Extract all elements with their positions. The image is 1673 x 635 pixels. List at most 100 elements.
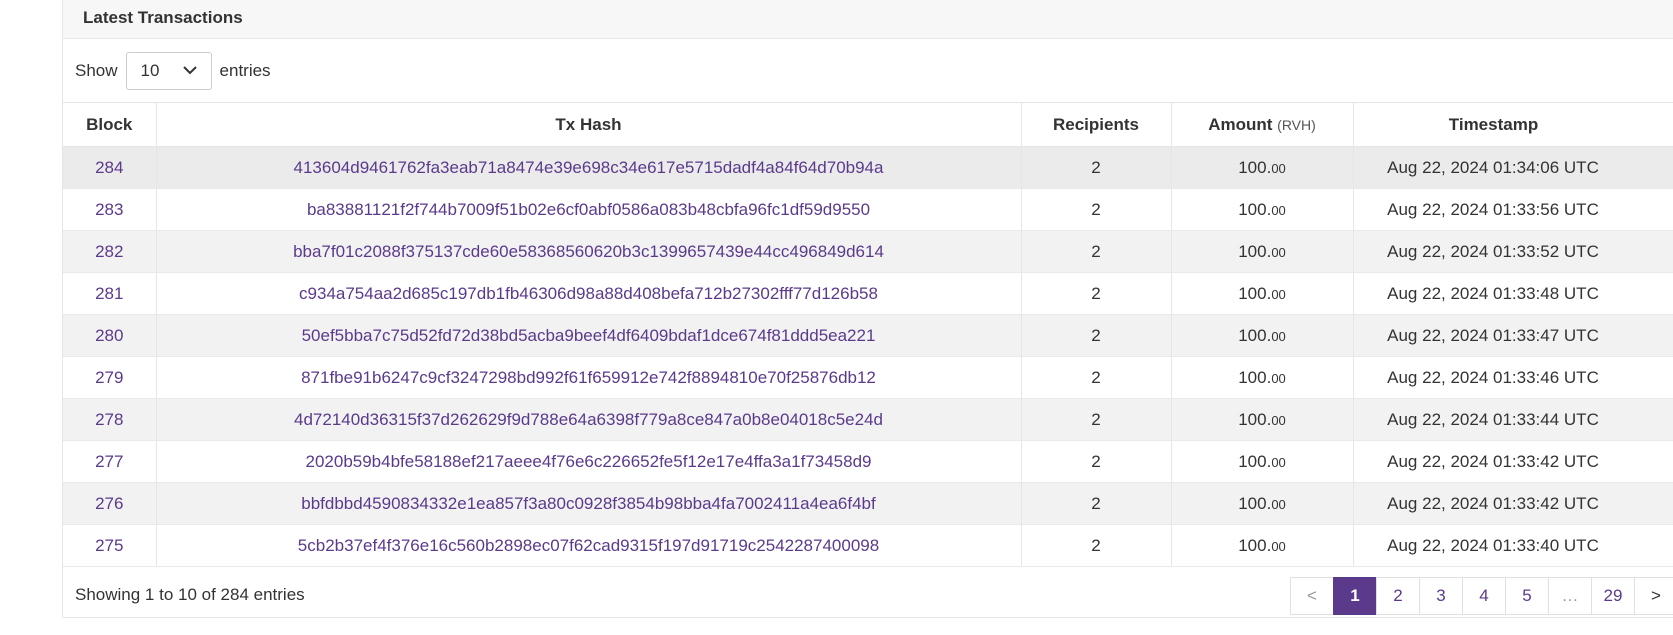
block-cell: 283: [63, 188, 157, 231]
table-row: 280 50ef5bba7c75d52fd72d38bd5acba9beef4d…: [63, 314, 1673, 357]
pagination-next-button[interactable]: >: [1634, 577, 1673, 615]
recipients-cell: 2: [1021, 314, 1172, 357]
amount-int: 100.: [1238, 325, 1272, 345]
recipients-cell: 2: [1021, 188, 1172, 231]
amount-cell: 100.00: [1171, 524, 1354, 567]
tx-hash-link[interactable]: ba83881121f2f744b7009f51b02e6cf0abf0586a…: [307, 200, 870, 219]
amount-int: 100.: [1238, 493, 1272, 513]
amount-decimals: 00: [1271, 286, 1286, 302]
amount-decimals: 00: [1271, 412, 1286, 428]
block-cell: 275: [63, 524, 157, 567]
block-link[interactable]: 283: [95, 200, 123, 219]
hash-cell: 2020b59b4bfe58188ef217aeee4f76e6c226652f…: [156, 440, 1022, 483]
block-cell: 284: [63, 146, 157, 189]
table-row: 283 ba83881121f2f744b7009f51b02e6cf0abf0…: [63, 188, 1673, 231]
pagination-page-4[interactable]: 4: [1462, 577, 1506, 615]
amount-decimals: 00: [1271, 160, 1286, 176]
hash-cell: 871fbe91b6247c9cf3247298bd992f61f659912e…: [156, 356, 1022, 399]
column-timestamp[interactable]: Timestamp: [1353, 102, 1673, 147]
recipients-cell: 2: [1021, 146, 1172, 189]
hash-cell: 50ef5bba7c75d52fd72d38bd5acba9beef4df640…: [156, 314, 1022, 357]
table-row: 277 2020b59b4bfe58188ef217aeee4f76e6c226…: [63, 440, 1673, 483]
amount-cell: 100.00: [1171, 356, 1354, 399]
pagination-page-1[interactable]: 1: [1333, 577, 1377, 615]
entries-select-value: 10: [140, 60, 160, 80]
column-recipients[interactable]: Recipients: [1021, 102, 1172, 147]
block-cell: 282: [63, 230, 157, 273]
pagination-page-29[interactable]: 29: [1591, 577, 1635, 615]
column-tx-hash[interactable]: Tx Hash: [156, 102, 1022, 147]
block-link[interactable]: 277: [95, 452, 123, 471]
tx-hash-link[interactable]: bba7f01c2088f375137cde60e58368560620b3c1…: [293, 242, 884, 261]
hash-cell: ba83881121f2f744b7009f51b02e6cf0abf0586a…: [156, 188, 1022, 231]
tx-hash-link[interactable]: 50ef5bba7c75d52fd72d38bd5acba9beef4df640…: [302, 326, 876, 345]
table-row: 284 413604d9461762fa3eab71a8474e39e698c3…: [63, 146, 1673, 189]
pagination-prev-button[interactable]: <: [1290, 577, 1334, 615]
block-link[interactable]: 281: [95, 284, 123, 303]
card-title: Latest Transactions: [63, 0, 1673, 39]
block-link[interactable]: 280: [95, 326, 123, 345]
show-label: Show: [75, 60, 118, 80]
pagination-page-5[interactable]: 5: [1505, 577, 1549, 615]
block-cell: 278: [63, 398, 157, 441]
transactions-table: Block Tx Hash Recipients Amount (RVH) Ti…: [63, 102, 1673, 567]
amount-cell: 100.00: [1171, 482, 1354, 525]
amount-cell: 100.00: [1171, 146, 1354, 189]
amount-int: 100.: [1238, 535, 1272, 555]
block-cell: 280: [63, 314, 157, 357]
tx-hash-link[interactable]: c934a754aa2d685c197db1fb46306d98a88d408b…: [299, 284, 878, 303]
tx-hash-link[interactable]: bbfdbbd4590834332e1ea857f3a80c0928f3854b…: [301, 494, 876, 513]
tx-hash-link[interactable]: 2020b59b4bfe58188ef217aeee4f76e6c226652f…: [306, 452, 872, 471]
block-link[interactable]: 275: [95, 536, 123, 555]
entries-length-control: Show 10 entries: [63, 39, 1673, 102]
block-cell: 277: [63, 440, 157, 483]
block-link[interactable]: 278: [95, 410, 123, 429]
amount-int: 100.: [1238, 241, 1272, 261]
amount-cell: 100.00: [1171, 398, 1354, 441]
timestamp-cell: Aug 22, 2024 01:33:40 UTC: [1353, 524, 1673, 567]
hash-cell: bba7f01c2088f375137cde60e58368560620b3c1…: [156, 230, 1022, 273]
chevron-down-icon: [182, 66, 197, 75]
timestamp-cell: Aug 22, 2024 01:33:48 UTC: [1353, 272, 1673, 315]
column-block[interactable]: Block: [63, 102, 157, 147]
amount-int: 100.: [1238, 157, 1272, 177]
block-cell: 279: [63, 356, 157, 399]
table-row: 275 5cb2b37ef4f376e16c560b2898ec07f62cad…: [63, 524, 1673, 567]
hash-cell: 5cb2b37ef4f376e16c560b2898ec07f62cad9315…: [156, 524, 1022, 567]
amount-int: 100.: [1238, 199, 1272, 219]
tx-hash-link[interactable]: 413604d9461762fa3eab71a8474e39e698c34e61…: [294, 158, 884, 177]
pagination-ellipsis[interactable]: …: [1548, 577, 1592, 615]
amount-cell: 100.00: [1171, 188, 1354, 231]
timestamp-cell: Aug 22, 2024 01:33:42 UTC: [1353, 440, 1673, 483]
entries-select[interactable]: 10: [125, 51, 212, 90]
column-amount[interactable]: Amount (RVH): [1171, 102, 1354, 147]
amount-label: Amount: [1208, 114, 1273, 134]
amount-decimals: 00: [1271, 202, 1286, 218]
latest-transactions-card: Latest Transactions Show 10 entries Bloc…: [62, 0, 1673, 618]
recipients-cell: 2: [1021, 230, 1172, 273]
block-link[interactable]: 279: [95, 368, 123, 387]
amount-decimals: 00: [1271, 328, 1286, 344]
table-row: 276 bbfdbbd4590834332e1ea857f3a80c0928f3…: [63, 482, 1673, 525]
pagination-page-3[interactable]: 3: [1419, 577, 1463, 615]
tx-hash-link[interactable]: 4d72140d36315f37d262629f9d788e64a6398f77…: [294, 410, 883, 429]
amount-decimals: 00: [1271, 244, 1286, 260]
table-row: 282 bba7f01c2088f375137cde60e58368560620…: [63, 230, 1673, 273]
tx-hash-link[interactable]: 5cb2b37ef4f376e16c560b2898ec07f62cad9315…: [298, 536, 879, 555]
table-row: 281 c934a754aa2d685c197db1fb46306d98a88d…: [63, 272, 1673, 315]
amount-int: 100.: [1238, 451, 1272, 471]
block-link[interactable]: 282: [95, 242, 123, 261]
timestamp-cell: Aug 22, 2024 01:33:47 UTC: [1353, 314, 1673, 357]
amount-cell: 100.00: [1171, 314, 1354, 357]
tx-hash-link[interactable]: 871fbe91b6247c9cf3247298bd992f61f659912e…: [301, 368, 876, 387]
timestamp-cell: Aug 22, 2024 01:33:42 UTC: [1353, 482, 1673, 525]
amount-int: 100.: [1238, 283, 1272, 303]
block-link[interactable]: 284: [95, 158, 123, 177]
hash-cell: 4d72140d36315f37d262629f9d788e64a6398f77…: [156, 398, 1022, 441]
amount-int: 100.: [1238, 409, 1272, 429]
timestamp-cell: Aug 22, 2024 01:33:56 UTC: [1353, 188, 1673, 231]
pagination-page-2[interactable]: 2: [1376, 577, 1420, 615]
timestamp-cell: Aug 22, 2024 01:33:44 UTC: [1353, 398, 1673, 441]
block-link[interactable]: 276: [95, 494, 123, 513]
table-row: 279 871fbe91b6247c9cf3247298bd992f61f659…: [63, 356, 1673, 399]
